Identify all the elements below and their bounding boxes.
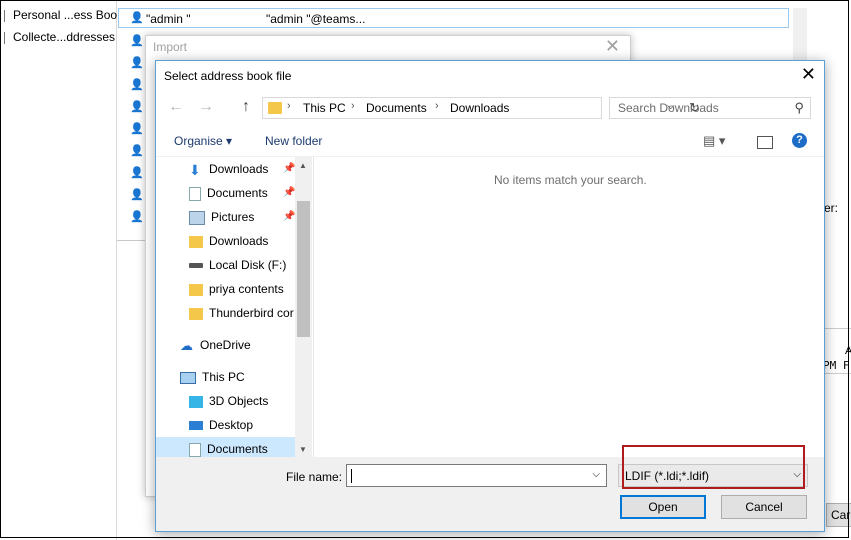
screenshot-border — [0, 0, 849, 538]
